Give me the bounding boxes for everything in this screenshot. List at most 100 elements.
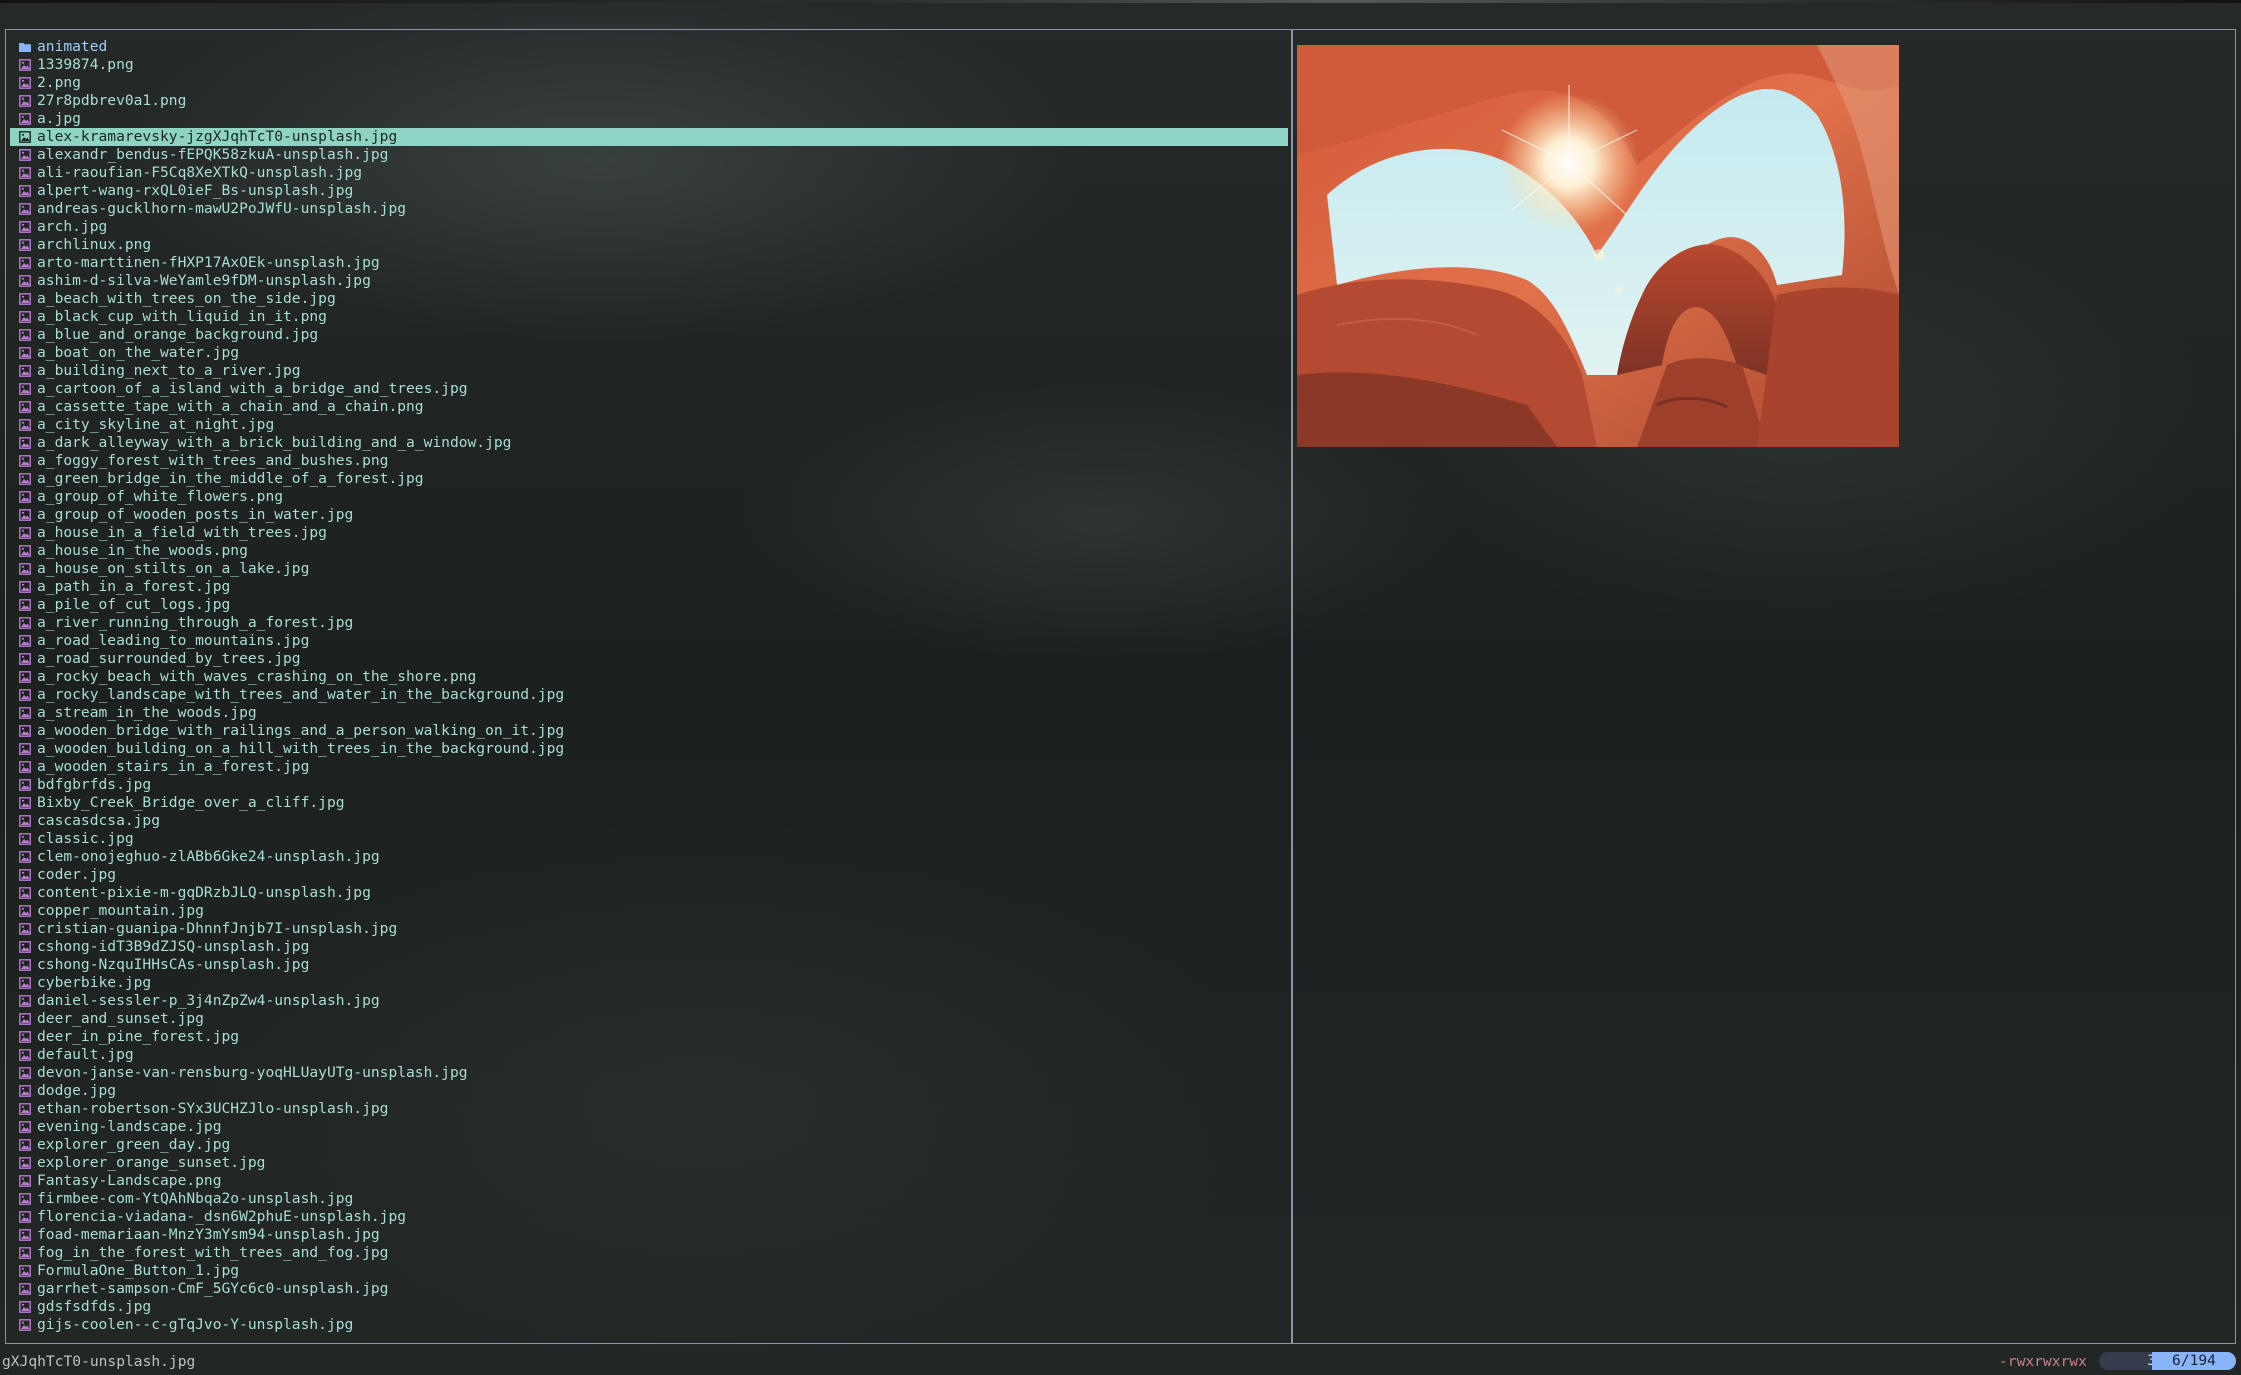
file-row[interactable]: a_rocky_landscape_with_trees_and_water_i… xyxy=(10,686,1288,704)
file-row[interactable]: daniel-sessler-p_3j4nZpZw4-unsplash.jpg xyxy=(10,992,1288,1010)
file-name: a_road_surrounded_by_trees.jpg xyxy=(37,650,301,667)
image-file-icon xyxy=(17,704,33,722)
file-row[interactable]: alpert-wang-rxQL0ieF_Bs-unsplash.jpg xyxy=(10,182,1288,200)
file-row[interactable]: a_foggy_forest_with_trees_and_bushes.png xyxy=(10,452,1288,470)
file-row[interactable]: evening-landscape.jpg xyxy=(10,1118,1288,1136)
file-row[interactable]: Fantasy-Landscape.png xyxy=(10,1172,1288,1190)
file-row[interactable]: deer_and_sunset.jpg xyxy=(10,1010,1288,1028)
file-row[interactable]: dodge.jpg xyxy=(10,1082,1288,1100)
file-row[interactable]: a_house_on_stilts_on_a_lake.jpg xyxy=(10,560,1288,578)
file-name: firmbee-com-YtQAhNbqa2o-unsplash.jpg xyxy=(37,1190,354,1207)
file-row[interactable]: explorer_orange_sunset.jpg xyxy=(10,1154,1288,1172)
file-row[interactable]: archlinux.png xyxy=(10,236,1288,254)
file-row[interactable]: a_wooden_stairs_in_a_forest.jpg xyxy=(10,758,1288,776)
file-row[interactable]: bdfgbrfds.jpg xyxy=(10,776,1288,794)
image-file-icon xyxy=(17,686,33,704)
file-row[interactable]: arto-marttinen-fHXP17AxOEk-unsplash.jpg xyxy=(10,254,1288,272)
file-row[interactable]: gijs-coolen--c-gTqJvo-Y-unsplash.jpg xyxy=(10,1316,1288,1334)
file-row[interactable]: cristian-guanipa-DhnnfJnjb7I-unsplash.jp… xyxy=(10,920,1288,938)
image-file-icon xyxy=(17,830,33,848)
file-row[interactable]: 2.png xyxy=(10,74,1288,92)
file-row[interactable]: a_blue_and_orange_background.jpg xyxy=(10,326,1288,344)
image-file-icon xyxy=(17,488,33,506)
file-name: archlinux.png xyxy=(37,236,152,253)
file-name: 27r8pdbrev0a1.png xyxy=(37,92,187,109)
image-file-icon xyxy=(17,1298,33,1316)
file-row[interactable]: a_cartoon_of_a_island_with_a_bridge_and_… xyxy=(10,380,1288,398)
file-row[interactable]: default.jpg xyxy=(10,1046,1288,1064)
file-name: a_foggy_forest_with_trees_and_bushes.png xyxy=(37,452,389,469)
file-row[interactable]: a_city_skyline_at_night.jpg xyxy=(10,416,1288,434)
folder-row[interactable]: animated xyxy=(10,38,1288,56)
file-row[interactable]: andreas-gucklhorn-mawU2PoJWfU-unsplash.j… xyxy=(10,200,1288,218)
file-row[interactable]: a.jpg xyxy=(10,110,1288,128)
file-name: gdsfsdfds.jpg xyxy=(37,1298,152,1315)
image-file-icon xyxy=(17,1226,33,1244)
file-row[interactable]: clem-onojeghuo-zlABb6Gke24-unsplash.jpg xyxy=(10,848,1288,866)
file-row[interactable]: alexandr_bendus-fEPQK58zkuA-unsplash.jpg xyxy=(10,146,1288,164)
image-file-icon xyxy=(17,308,33,326)
file-row[interactable]: a_wooden_building_on_a_hill_with_trees_i… xyxy=(10,740,1288,758)
image-file-icon xyxy=(17,110,33,128)
file-row[interactable]: a_green_bridge_in_the_middle_of_a_forest… xyxy=(10,470,1288,488)
file-name: a_wooden_bridge_with_railings_and_a_pers… xyxy=(37,722,565,739)
file-row[interactable]: explorer_green_day.jpg xyxy=(10,1136,1288,1154)
file-row[interactable]: deer_in_pine_forest.jpg xyxy=(10,1028,1288,1046)
file-row[interactable]: alex-kramarevsky-jzgXJqhTcT0-unsplash.jp… xyxy=(10,128,1288,146)
file-row[interactable]: a_river_running_through_a_forest.jpg xyxy=(10,614,1288,632)
file-row[interactable]: a_group_of_white_flowers.png xyxy=(10,488,1288,506)
file-row[interactable]: a_house_in_the_woods.png xyxy=(10,542,1288,560)
file-row[interactable]: Bixby_Creek_Bridge_over_a_cliff.jpg xyxy=(10,794,1288,812)
file-row[interactable]: FormulaOne_Button_1.jpg xyxy=(10,1262,1288,1280)
file-row[interactable]: ashim-d-silva-WeYamle9fDM-unsplash.jpg xyxy=(10,272,1288,290)
image-file-icon xyxy=(17,434,33,452)
file-row[interactable]: a_pile_of_cut_logs.jpg xyxy=(10,596,1288,614)
file-row[interactable]: florencia-viadana-_dsn6W2phuE-unsplash.j… xyxy=(10,1208,1288,1226)
file-row[interactable]: cyberbike.jpg xyxy=(10,974,1288,992)
file-row[interactable]: devon-janse-van-rensburg-yoqHLUayUTg-uns… xyxy=(10,1064,1288,1082)
file-name: Bixby_Creek_Bridge_over_a_cliff.jpg xyxy=(37,794,345,811)
file-row[interactable]: garrhet-sampson-CmF_5GYc6c0-unsplash.jpg xyxy=(10,1280,1288,1298)
file-name: Fantasy-Landscape.png xyxy=(37,1172,222,1189)
file-row[interactable]: cshong-idT3B9dZJSQ-unsplash.jpg xyxy=(10,938,1288,956)
file-row[interactable]: cshong-NzquIHHsCAs-unsplash.jpg xyxy=(10,956,1288,974)
file-row[interactable]: a_road_leading_to_mountains.jpg xyxy=(10,632,1288,650)
file-row[interactable]: a_building_next_to_a_river.jpg xyxy=(10,362,1288,380)
file-row[interactable]: coder.jpg xyxy=(10,866,1288,884)
file-row[interactable]: 1339874.png xyxy=(10,56,1288,74)
file-row[interactable]: a_wooden_bridge_with_railings_and_a_pers… xyxy=(10,722,1288,740)
file-row[interactable]: copper_mountain.jpg xyxy=(10,902,1288,920)
pane-divider[interactable] xyxy=(1291,29,1293,1344)
file-row[interactable]: a_road_surrounded_by_trees.jpg xyxy=(10,650,1288,668)
file-name: daniel-sessler-p_3j4nZpZw4-unsplash.jpg xyxy=(37,992,380,1009)
file-row[interactable]: fog_in_the_forest_with_trees_and_fog.jpg xyxy=(10,1244,1288,1262)
file-row[interactable]: a_group_of_wooden_posts_in_water.jpg xyxy=(10,506,1288,524)
file-row[interactable]: a_path_in_a_forest.jpg xyxy=(10,578,1288,596)
file-row[interactable]: firmbee-com-YtQAhNbqa2o-unsplash.jpg xyxy=(10,1190,1288,1208)
file-row[interactable]: ethan-robertson-SYx3UCHZJlo-unsplash.jpg xyxy=(10,1100,1288,1118)
file-row[interactable]: a_dark_alleyway_with_a_brick_building_an… xyxy=(10,434,1288,452)
file-name: cyberbike.jpg xyxy=(37,974,152,991)
file-row[interactable]: gdsfsdfds.jpg xyxy=(10,1298,1288,1316)
file-row[interactable]: a_boat_on_the_water.jpg xyxy=(10,344,1288,362)
image-preview xyxy=(1297,45,1899,447)
file-row[interactable]: arch.jpg xyxy=(10,218,1288,236)
file-row[interactable]: foad-memariaan-MnzY3mYsm94-unsplash.jpg xyxy=(10,1226,1288,1244)
file-row[interactable]: 27r8pdbrev0a1.png xyxy=(10,92,1288,110)
file-row[interactable]: a_stream_in_the_woods.jpg xyxy=(10,704,1288,722)
file-name: animated xyxy=(37,38,108,55)
file-name: a_house_in_the_woods.png xyxy=(37,542,248,559)
image-file-icon xyxy=(17,974,33,992)
file-row[interactable]: a_cassette_tape_with_a_chain_and_a_chain… xyxy=(10,398,1288,416)
file-row[interactable]: classic.jpg xyxy=(10,830,1288,848)
file-row[interactable]: cascasdcsa.jpg xyxy=(10,812,1288,830)
file-row[interactable]: a_beach_with_trees_on_the_side.jpg xyxy=(10,290,1288,308)
file-row[interactable]: ali-raoufian-F5Cq8XeXTkQ-unsplash.jpg xyxy=(10,164,1288,182)
file-row[interactable]: a_house_in_a_field_with_trees.jpg xyxy=(10,524,1288,542)
file-list[interactable]: animated 1339874.png 2.png 27r8pdbrev0a1.pn… xyxy=(10,38,1288,1334)
file-row[interactable]: a_black_cup_with_liquid_in_it.png xyxy=(10,308,1288,326)
file-name: devon-janse-van-rensburg-yoqHLUayUTg-uns… xyxy=(37,1064,468,1081)
file-row[interactable]: a_rocky_beach_with_waves_crashing_on_the… xyxy=(10,668,1288,686)
file-row[interactable]: content-pixie-m-gqDRzbJLQ-unsplash.jpg xyxy=(10,884,1288,902)
image-file-icon xyxy=(17,614,33,632)
